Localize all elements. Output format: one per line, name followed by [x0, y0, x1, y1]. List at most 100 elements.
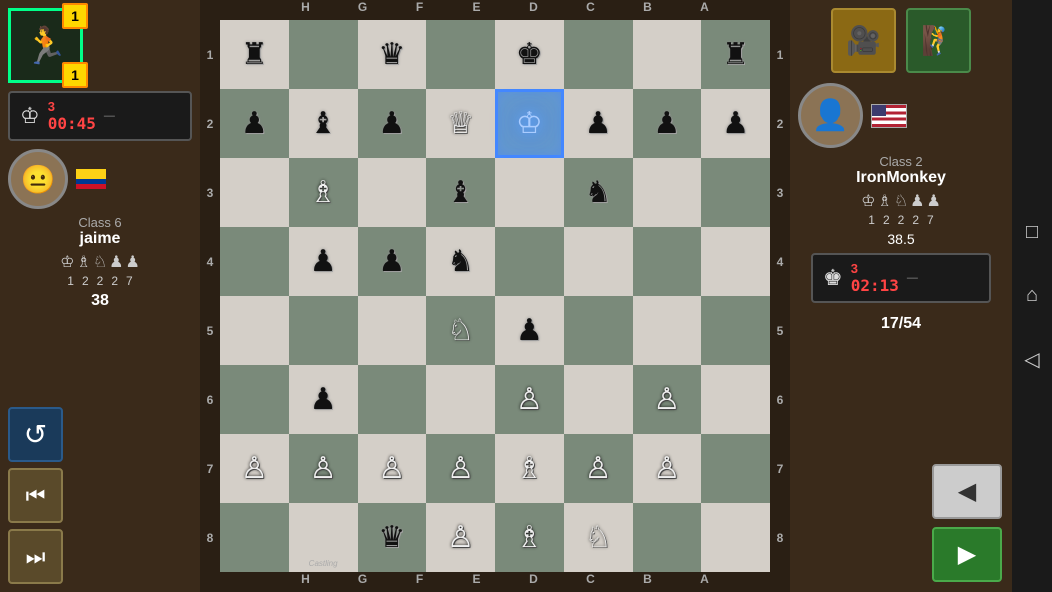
cell-r3-c4[interactable]: [495, 227, 564, 296]
board-labels-bottom: H G F E D C B A: [200, 572, 790, 592]
cell-r2-c6[interactable]: [633, 158, 702, 227]
replay-button[interactable]: ↺: [8, 407, 63, 462]
cell-r1-c0[interactable]: ♟: [220, 89, 289, 158]
cell-r4-c4[interactable]: ♟: [495, 296, 564, 365]
cell-r5-c5[interactable]: [564, 365, 633, 434]
cell-r2-c0[interactable]: [220, 158, 289, 227]
cell-r6-c6[interactable]: ♙: [633, 434, 702, 503]
cell-r6-c7[interactable]: [701, 434, 770, 503]
piece-r4-c4: ♟: [516, 313, 543, 348]
row-label-7: 7: [200, 434, 220, 503]
opp-count-4: 2: [912, 213, 919, 227]
cell-r4-c5[interactable]: [564, 296, 633, 365]
cell-r2-c2[interactable]: [358, 158, 427, 227]
cell-r5-c0[interactable]: [220, 365, 289, 434]
cell-r1-c2[interactable]: ♟: [358, 89, 427, 158]
col-label-bot-F: F: [391, 572, 448, 592]
cell-r2-c4[interactable]: [495, 158, 564, 227]
fast-forward-button[interactable]: ⏭: [8, 529, 63, 584]
row-label-r4: 4: [770, 227, 790, 296]
cell-r1-c7[interactable]: ♟: [701, 89, 770, 158]
cell-r0-c5[interactable]: [564, 20, 633, 89]
cell-r7-c6[interactable]: [633, 503, 702, 572]
cell-r2-c3[interactable]: ♝: [426, 158, 495, 227]
cell-r2-c5[interactable]: ♞: [564, 158, 633, 227]
cell-r3-c5[interactable]: [564, 227, 633, 296]
android-home-button[interactable]: ⌂: [1026, 284, 1038, 307]
android-back-button[interactable]: ◁: [1024, 347, 1039, 372]
cell-r3-c7[interactable]: [701, 227, 770, 296]
piece-r7-c3: ♙: [447, 520, 474, 555]
cell-r0-c2[interactable]: ♛: [358, 20, 427, 89]
row-label-r3: 3: [770, 158, 790, 227]
cell-r1-c3[interactable]: ♕: [426, 89, 495, 158]
cell-r0-c6[interactable]: [633, 20, 702, 89]
cell-r4-c7[interactable]: [701, 296, 770, 365]
cell-r1-c6[interactable]: ♟: [633, 89, 702, 158]
cell-r0-c1[interactable]: [289, 20, 358, 89]
cell-r0-c3[interactable]: [426, 20, 495, 89]
cell-r4-c3[interactable]: ♘: [426, 296, 495, 365]
cell-r5-c4[interactable]: ♙: [495, 365, 564, 434]
cell-r1-c5[interactable]: ♟: [564, 89, 633, 158]
piece-r6-c3: ♙: [447, 451, 474, 486]
piece-r6-c1: ♙: [310, 451, 337, 486]
opp-piece-5: ♟: [927, 191, 941, 211]
castling-label: Castling: [309, 559, 338, 568]
row-label-r5: 5: [770, 296, 790, 365]
cell-r6-c4[interactable]: ♗: [495, 434, 564, 503]
cell-r5-c2[interactable]: [358, 365, 427, 434]
cell-r5-c7[interactable]: [701, 365, 770, 434]
next-button[interactable]: ▶: [932, 527, 1002, 582]
camera-button[interactable]: 🎥: [831, 8, 896, 73]
cell-r3-c2[interactable]: ♟: [358, 227, 427, 296]
cell-r1-c4[interactable]: ♔: [495, 89, 564, 158]
android-square-button[interactable]: □: [1026, 221, 1038, 244]
cell-r2-c1[interactable]: ♗: [289, 158, 358, 227]
opponent-avatar: 👤: [798, 83, 863, 148]
cell-r3-c1[interactable]: ♟: [289, 227, 358, 296]
hiker-button[interactable]: 🧗: [906, 8, 971, 73]
prev-button[interactable]: ◀: [932, 464, 1002, 519]
cell-r0-c0[interactable]: ♜: [220, 20, 289, 89]
cell-r6-c2[interactable]: ♙: [358, 434, 427, 503]
cell-r7-c4[interactable]: ♗: [495, 503, 564, 572]
run-icon-box[interactable]: 🏃 1 1: [8, 8, 83, 83]
android-nav: □ ⌂ ◁: [1012, 0, 1052, 592]
cell-r7-c2[interactable]: ♛: [358, 503, 427, 572]
count-5: 7: [126, 274, 133, 288]
cell-r3-c3[interactable]: ♞: [426, 227, 495, 296]
square-icon: □: [1026, 221, 1038, 243]
cell-r6-c1[interactable]: ♙: [289, 434, 358, 503]
cell-r6-c0[interactable]: ♙: [220, 434, 289, 503]
count-1: 1: [67, 274, 74, 288]
row-label-8: 8: [200, 503, 220, 572]
cell-r4-c6[interactable]: [633, 296, 702, 365]
cell-r6-c5[interactable]: ♙: [564, 434, 633, 503]
cell-r0-c7[interactable]: ♜: [701, 20, 770, 89]
cell-r4-c1[interactable]: [289, 296, 358, 365]
piece-r1-c0: ♟: [241, 106, 268, 141]
cell-r2-c7[interactable]: [701, 158, 770, 227]
cell-r0-c4[interactable]: ♚: [495, 20, 564, 89]
cell-r4-c0[interactable]: [220, 296, 289, 365]
cell-r5-c1[interactable]: ♟: [289, 365, 358, 434]
cell-r3-c6[interactable]: [633, 227, 702, 296]
back-icon: ◁: [1024, 349, 1039, 371]
opp-count-5: 7: [927, 213, 934, 227]
cell-r6-c3[interactable]: ♙: [426, 434, 495, 503]
cell-r7-c7[interactable]: [701, 503, 770, 572]
cell-r3-c0[interactable]: [220, 227, 289, 296]
cell-r1-c1[interactable]: ♝: [289, 89, 358, 158]
home-icon: ⌂: [1026, 284, 1038, 306]
cell-r7-c1[interactable]: Castling: [289, 503, 358, 572]
cell-r7-c0[interactable]: [220, 503, 289, 572]
cell-r7-c3[interactable]: ♙: [426, 503, 495, 572]
cell-r7-c5[interactable]: ♘: [564, 503, 633, 572]
cell-r5-c6[interactable]: ♙: [633, 365, 702, 434]
piece-5: ♟: [126, 252, 140, 272]
rewind-button[interactable]: ⏮: [8, 468, 63, 523]
piece-r0-c7: ♜: [722, 37, 749, 72]
cell-r4-c2[interactable]: [358, 296, 427, 365]
cell-r5-c3[interactable]: [426, 365, 495, 434]
